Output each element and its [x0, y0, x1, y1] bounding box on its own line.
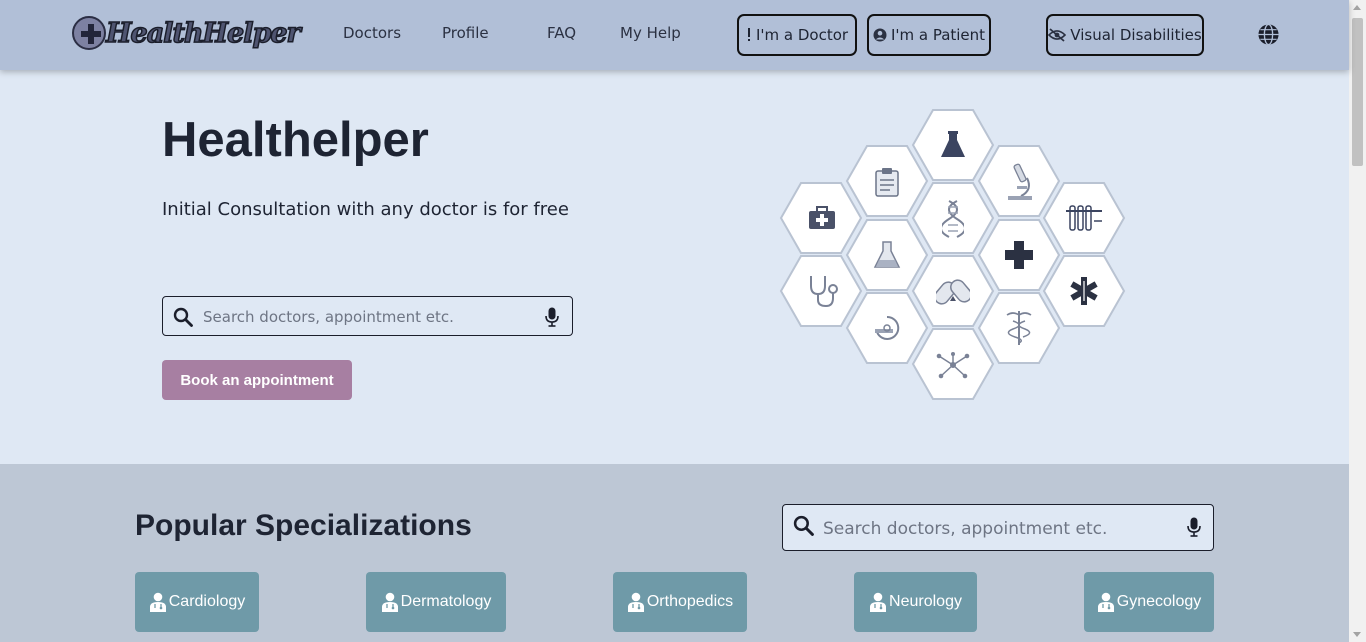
pills-icon [936, 279, 970, 305]
flask-icon [941, 131, 965, 157]
globe-icon[interactable] [1257, 23, 1280, 46]
dna-icon [942, 200, 964, 238]
microscope-icon [1008, 163, 1032, 200]
nav-link-profile[interactable]: Profile [442, 24, 489, 42]
search-icon [793, 515, 814, 536]
hero-search-box [162, 296, 573, 336]
nav-link-faq[interactable]: FAQ [547, 24, 576, 42]
medical-hex-cluster [775, 105, 1135, 405]
hero-subtitle: Initial Consultation with any doctor is … [162, 199, 569, 220]
popular-specializations-title: Popular Specializations [135, 509, 472, 542]
doctor-icon [1097, 592, 1114, 612]
specializations-search-box [782, 504, 1214, 551]
hero-title: Healthelper [162, 113, 429, 167]
specialization-label: Neurology [889, 593, 962, 610]
book-appointment-button[interactable]: Book an appointment [162, 360, 352, 400]
page-scrollbar[interactable] [1349, 0, 1366, 642]
doctor-icon [381, 592, 398, 612]
scroll-up-arrow-icon[interactable] [1353, 5, 1361, 10]
specialization-label: Cardiology [168, 593, 246, 610]
specialization-card-cardiology[interactable]: Cardiology [135, 572, 259, 632]
caduceus-icon [1006, 311, 1032, 345]
brand-logo[interactable]: HealthHelper [72, 12, 302, 58]
nav-link-my-help[interactable]: My Help [620, 24, 681, 42]
specialization-card-gynecology[interactable]: Gynecology [1084, 572, 1214, 632]
specialization-label: Dermatology [400, 593, 492, 610]
scrollbar-thumb[interactable] [1352, 18, 1363, 166]
doctor-button-label: I'm a Doctor [755, 26, 849, 44]
microphone-icon[interactable] [1187, 517, 1201, 537]
molecule-icon [936, 352, 970, 379]
medical-cross-icon [1005, 241, 1033, 269]
doctor-icon [149, 592, 166, 612]
stethoscope-icon [810, 276, 838, 308]
lab-flask-icon [873, 241, 901, 268]
specialization-card-orthopedics[interactable]: Orthopedics [613, 572, 747, 632]
brand-name: HealthHelper [105, 17, 301, 50]
patient-button[interactable]: I'm a Patient [867, 14, 991, 56]
doctor-button[interactable]: I'm a Doctor [737, 14, 857, 56]
specialization-card-neurology[interactable]: Neurology [854, 572, 977, 632]
doctor-icon [627, 592, 644, 612]
mri-scanner-icon [875, 315, 900, 340]
search-icon [173, 307, 193, 327]
logo-cross-icon [81, 24, 101, 44]
microphone-icon[interactable] [545, 307, 559, 327]
scroll-down-arrow-icon[interactable] [1353, 632, 1361, 637]
patient-button-label: I'm a Patient [890, 26, 986, 44]
visual-disabilities-button[interactable]: Visual Disabilities [1046, 14, 1204, 56]
top-navbar: HealthHelper Doctors Profile FAQ My Help… [0, 0, 1349, 70]
doctor-icon [870, 592, 887, 612]
user-circle-icon [873, 28, 887, 42]
specialization-card-dermatology[interactable]: Dermatology [366, 572, 506, 632]
test-tubes-icon [1066, 205, 1102, 231]
exclamation-icon [747, 28, 750, 41]
nav-link-doctors[interactable]: Doctors [343, 24, 401, 42]
eye-slash-icon [1048, 28, 1067, 42]
hero-search-input[interactable] [203, 306, 533, 328]
specializations-search-input[interactable] [823, 517, 1173, 541]
specialization-label: Gynecology [1116, 593, 1202, 610]
first-aid-kit-icon [809, 206, 835, 229]
star-of-life-icon [1070, 277, 1098, 305]
visual-disabilities-label: Visual Disabilities [1070, 26, 1202, 44]
specialization-label: Orthopedics [646, 593, 734, 610]
clipboard-icon [875, 168, 899, 197]
